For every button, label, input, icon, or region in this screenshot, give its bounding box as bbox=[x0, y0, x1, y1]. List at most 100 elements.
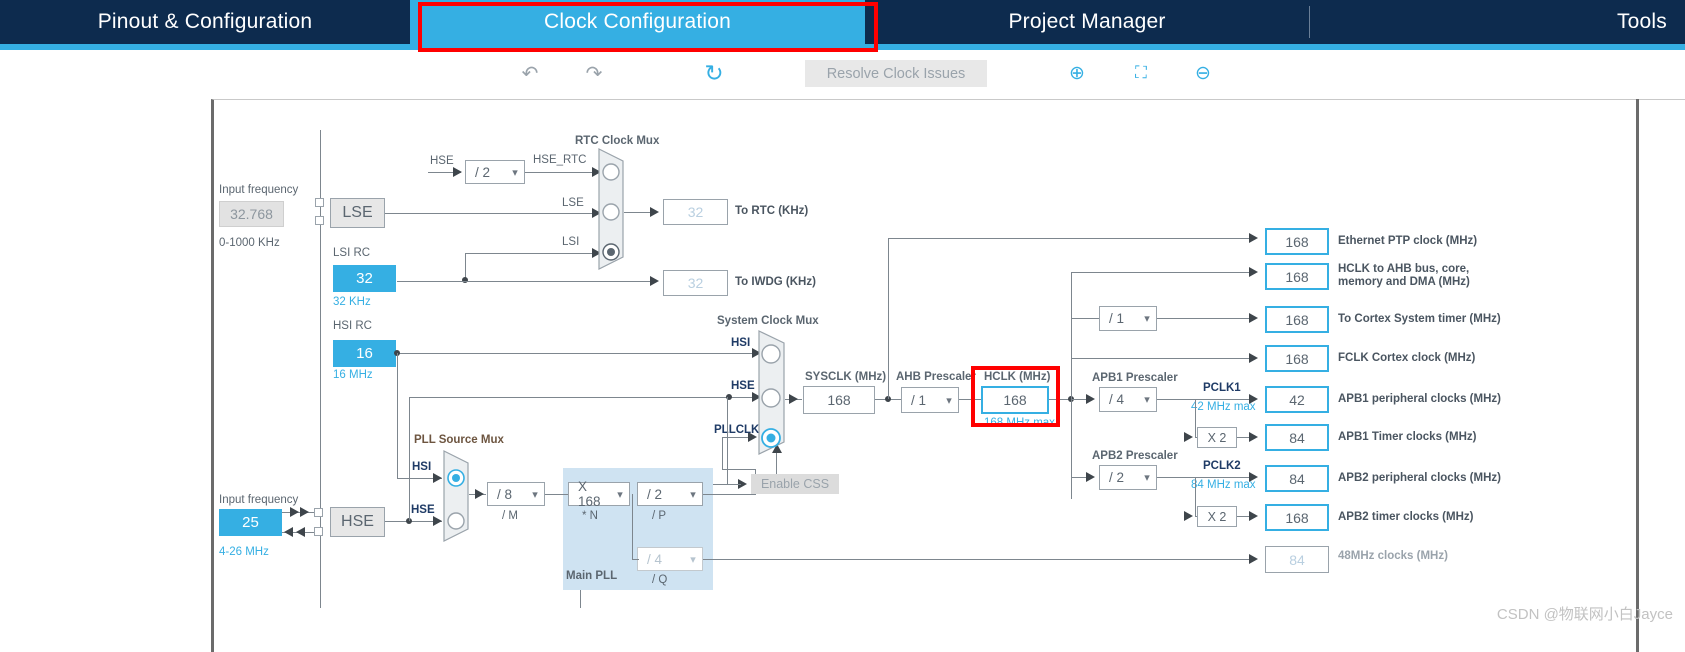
chevron-down-icon: ▾ bbox=[1144, 394, 1150, 406]
hclk-ahb-line bbox=[1071, 272, 1256, 273]
to-rtc-value: 32 bbox=[687, 204, 704, 220]
hsi-rc-field[interactable]: 16 bbox=[333, 340, 396, 367]
apb1-timer-multiplier-label: X 2 bbox=[1207, 430, 1227, 445]
apb1-timer-arrow-b bbox=[1249, 432, 1258, 442]
lse-oscillator-box[interactable]: LSE bbox=[330, 198, 385, 228]
hsi-to-pllmux-vertical bbox=[397, 353, 398, 478]
lsi-rc-field[interactable]: 32 bbox=[333, 265, 396, 292]
enable-css-button[interactable]: Enable CSS bbox=[751, 474, 839, 494]
main-navbar: Pinout & Configuration Clock Configurati… bbox=[0, 0, 1685, 44]
reset-clock-icon[interactable]: ↻ bbox=[700, 60, 728, 86]
hse-input-frequency-label: Input frequency bbox=[219, 494, 299, 506]
hse-to-sysmux-line bbox=[409, 397, 759, 398]
pllmux-to-m-arrow bbox=[475, 489, 484, 499]
output-label-apb2-timer: APB2 timer clocks (MHz) bbox=[1338, 511, 1474, 523]
output-label-cortex-systimer: To Cortex System timer (MHz) bbox=[1338, 313, 1501, 325]
pclk1-label: PCLK1 bbox=[1203, 382, 1241, 394]
output-field-apb2-timer: 168 bbox=[1265, 504, 1329, 531]
lse-input-frequency-label: Input frequency bbox=[219, 184, 299, 196]
pll-n-multiplier-combo[interactable]: X 168 ▾ bbox=[568, 479, 630, 509]
hse-oscillator-box[interactable]: HSE bbox=[330, 507, 385, 537]
tab-pinout-configuration[interactable]: Pinout & Configuration bbox=[0, 0, 410, 44]
canvas-right-border bbox=[1636, 99, 1639, 652]
system-clock-mux-shape[interactable] bbox=[758, 330, 785, 455]
cortex-systimer-divider-value: / 1 bbox=[1109, 311, 1125, 326]
zoom-out-icon[interactable]: ⊖ bbox=[1189, 60, 1217, 86]
output-field-apb1-periph: 42 bbox=[1265, 386, 1329, 413]
pll-p-caption: / P bbox=[652, 510, 667, 522]
lse-oscillator-label: LSE bbox=[342, 204, 373, 221]
apb2-periph-line bbox=[1157, 477, 1256, 478]
hse-input-frequency-value: 25 bbox=[242, 514, 259, 531]
hse-input-frequency-field[interactable]: 25 bbox=[219, 509, 282, 536]
hclk-ahb-arrow bbox=[1249, 267, 1258, 277]
ahb-to-hclk-line bbox=[959, 399, 981, 400]
to-iwdg-field: 32 bbox=[663, 270, 728, 296]
tab-clock-configuration[interactable]: Clock Configuration bbox=[410, 0, 865, 44]
output-value-apb2-timer: 168 bbox=[1285, 509, 1309, 526]
undo-icon[interactable]: ↶ bbox=[516, 60, 544, 86]
n-to-q-line bbox=[632, 559, 639, 560]
output-value-hclk-ahb: 168 bbox=[1285, 268, 1309, 285]
chevron-down-icon: ▾ bbox=[512, 166, 518, 179]
pll-q-divider-combo[interactable]: / 4 ▾ bbox=[637, 547, 703, 571]
zoom-fit-icon[interactable]: ⛶ bbox=[1127, 60, 1155, 86]
output-label-hclk-ahb-line2: memory and DMA (MHz) bbox=[1338, 276, 1470, 288]
hse-to-pllmux-arrow bbox=[433, 516, 442, 526]
chevron-down-icon: ▾ bbox=[532, 488, 538, 501]
hsi-rc-value: 16 bbox=[356, 345, 373, 362]
hclk-field[interactable]: 168 bbox=[981, 386, 1049, 414]
hse-rtc-divider-combo[interactable]: / 2 ▾ bbox=[465, 160, 525, 184]
navbar-accent-strip bbox=[0, 44, 1685, 50]
lse-input-frequency-field[interactable]: 32.768 bbox=[219, 201, 284, 227]
lse-to-mux-line bbox=[385, 213, 600, 214]
output-value-apb2-periph: 84 bbox=[1289, 470, 1305, 487]
tab-tools[interactable]: Tools bbox=[1310, 0, 1685, 44]
resolve-clock-issues-button[interactable]: Resolve Clock Issues bbox=[805, 60, 987, 87]
tab-project-manager[interactable]: Project Manager bbox=[865, 0, 1309, 44]
output-field-apb1-timer: 84 bbox=[1265, 424, 1329, 451]
sysmux-to-sysclk-arrow bbox=[789, 394, 798, 404]
lse-port-in bbox=[315, 198, 324, 207]
output-label-apb1-periph: APB1 peripheral clocks (MHz) bbox=[1338, 393, 1501, 405]
hse-to-sysmux-vertical bbox=[409, 397, 410, 521]
output-label-apb1-timer: APB1 Timer clocks (MHz) bbox=[1338, 431, 1477, 443]
output-value-apb1-timer: 84 bbox=[1289, 429, 1305, 446]
sysmux-hsi-label: HSI bbox=[731, 337, 751, 349]
apb1-timer-arrow-a bbox=[1184, 432, 1193, 442]
lsi-to-mux-line bbox=[465, 253, 600, 254]
chevron-down-icon: ▾ bbox=[617, 488, 623, 501]
apb2-timer-arrow-b bbox=[1249, 511, 1258, 521]
to-rtc-field: 32 bbox=[663, 199, 728, 225]
sysmux-pllclk-label: PLLCLK bbox=[714, 424, 760, 436]
lsi-branch-vertical bbox=[465, 253, 466, 280]
cortex-systimer-divider-combo[interactable]: / 1 ▾ bbox=[1099, 306, 1157, 331]
n-to-q-vertical bbox=[632, 494, 633, 559]
redo-icon[interactable]: ↷ bbox=[580, 60, 608, 86]
output-value-apb1-periph: 42 bbox=[1289, 391, 1305, 408]
hclk-title: HCLK (MHz) bbox=[984, 371, 1051, 383]
ahb-prescaler-combo[interactable]: / 1 ▾ bbox=[901, 387, 959, 413]
apb1-prescaler-title: APB1 Prescaler bbox=[1092, 372, 1178, 384]
pll-p-divider-combo[interactable]: / 2 ▾ bbox=[637, 482, 703, 506]
apb1-prescaler-combo[interactable]: / 4 ▾ bbox=[1099, 387, 1157, 412]
zoom-in-icon[interactable]: ⊕ bbox=[1063, 60, 1091, 86]
apb1-prescaler-value: / 4 bbox=[1109, 392, 1125, 407]
sysclk-value: 168 bbox=[827, 392, 851, 408]
fclk-arrow bbox=[1249, 353, 1258, 363]
rtc-clock-mux-shape[interactable] bbox=[598, 148, 624, 270]
hclk-to-apb2-arrow bbox=[1086, 472, 1095, 482]
hse-range-label: 4-26 MHz bbox=[219, 546, 269, 558]
pll-m-divider-combo[interactable]: / 8 ▾ bbox=[487, 482, 545, 506]
apb2-prescaler-combo[interactable]: / 2 ▾ bbox=[1099, 465, 1157, 490]
to-iwdg-label: To IWDG (KHz) bbox=[735, 276, 816, 288]
pllq-to-48mhz-line bbox=[703, 559, 1256, 560]
pll-n-caption: * N bbox=[582, 510, 598, 522]
system-clock-mux-title: System Clock Mux bbox=[717, 315, 819, 327]
output-field-apb2-periph: 84 bbox=[1265, 465, 1329, 492]
hclk-systimer-out-line bbox=[1157, 318, 1256, 319]
output-label-clk48: 48MHz clocks (MHz) bbox=[1338, 550, 1448, 562]
pll-source-mux-shape[interactable] bbox=[443, 450, 469, 542]
lsi-branch-dot bbox=[462, 277, 468, 283]
lsi-to-iwdg-line bbox=[397, 281, 652, 282]
